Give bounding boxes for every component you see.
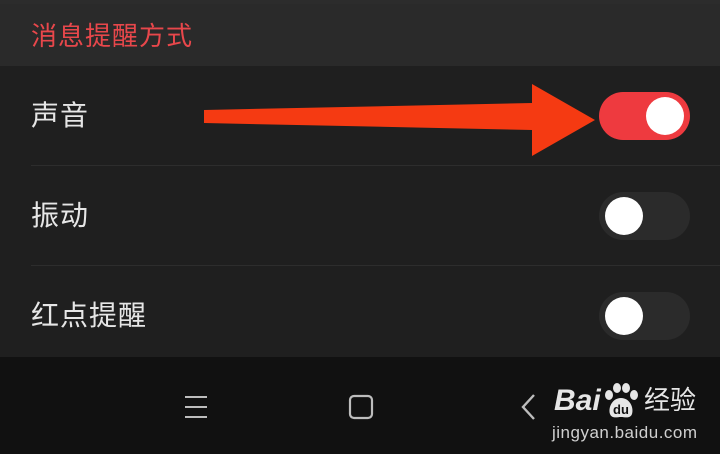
baidu-paw-icon: du (605, 383, 638, 418)
settings-list: 声音 振动 红点提醒 (0, 66, 720, 357)
system-nav-bar: Bai du 经验 jingyan.baidu.com (0, 357, 720, 454)
svg-text:du: du (613, 402, 629, 417)
baidu-jingyan-watermark: Bai du 经验 jingyan.baidu.com (548, 377, 718, 449)
section-header: 消息提醒方式 (0, 4, 720, 66)
setting-label-vibration: 振动 (31, 199, 90, 232)
sound-toggle[interactable] (599, 92, 690, 140)
setting-label-sound: 声音 (31, 99, 90, 132)
setting-row-sound: 声音 (0, 66, 720, 166)
red-dot-toggle[interactable] (599, 292, 690, 340)
back-chevron-icon[interactable] (510, 387, 550, 427)
section-title: 消息提醒方式 (31, 22, 194, 52)
watermark-brand-suffix: 经验 (644, 386, 697, 416)
setting-row-vibration: 振动 (0, 166, 720, 266)
setting-label-red-dot: 红点提醒 (31, 299, 148, 332)
menu-icon[interactable] (176, 387, 216, 427)
vibration-toggle[interactable] (599, 192, 690, 240)
home-square-icon[interactable] (341, 387, 381, 427)
toggle-knob (605, 197, 643, 235)
watermark-brand: Bai du 经验 (548, 381, 718, 421)
settings-screen: 消息提醒方式 声音 振动 红点提醒 Bai du 经验 jingyan.baid… (0, 0, 720, 454)
toggle-knob (646, 97, 684, 135)
watermark-url: jingyan.baidu.com (552, 423, 698, 442)
toggle-knob (605, 297, 643, 335)
watermark-brand-latin: Bai (554, 384, 601, 417)
setting-row-red-dot: 红点提醒 (0, 266, 720, 366)
